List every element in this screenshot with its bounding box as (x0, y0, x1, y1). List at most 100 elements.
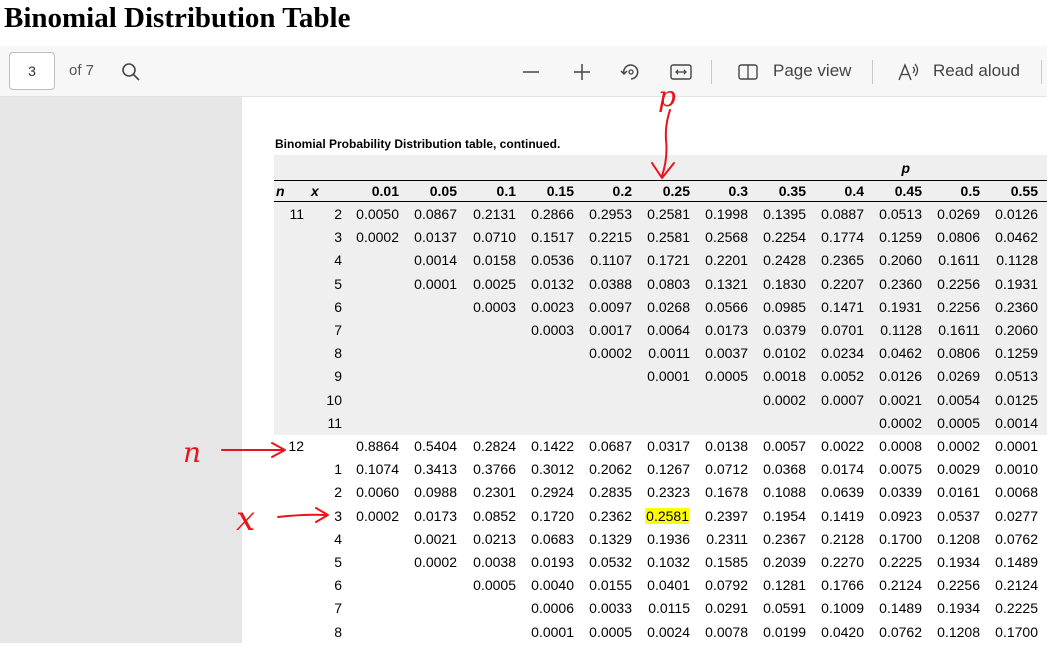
x-value: 6 (334, 577, 342, 594)
probability-cell: 0.1419 (821, 507, 864, 524)
probability-cell: 0.0462 (995, 229, 1038, 246)
read-aloud-button[interactable]: Read aloud (933, 61, 1020, 81)
probability-cell: 0.0174 (821, 461, 864, 478)
x-value: 3 (334, 229, 342, 246)
probability-cell: 0.1471 (821, 298, 864, 315)
probability-cell: 0.0068 (995, 484, 1038, 501)
probability-cell: 0.2254 (763, 229, 806, 246)
probability-cell: 0.2323 (647, 484, 690, 501)
highlighted-probability: 0.2581 (645, 507, 690, 524)
probability-cell: 0.0985 (763, 298, 806, 315)
n-header: n (276, 183, 285, 199)
probability-cell: 0.0379 (763, 322, 806, 338)
probability-cell: 0.0368 (763, 461, 806, 478)
probability-cell: 0.2215 (589, 229, 632, 246)
search-icon[interactable] (121, 62, 141, 82)
probability-cell: 0.1088 (763, 484, 806, 501)
probability-cell: 0.0138 (705, 438, 748, 454)
probability-cell: 0.3012 (531, 461, 574, 478)
rotate-icon[interactable] (620, 61, 642, 83)
probability-cell: 0.0005 (473, 577, 516, 594)
probability-cell: 0.0806 (937, 229, 980, 246)
probability-cell: 0.1489 (995, 554, 1038, 570)
probability-cell: 0.0291 (705, 600, 748, 617)
probability-cell: 0.0003 (473, 298, 516, 315)
probability-cell: 0.0687 (589, 438, 632, 454)
probability-cell: 0.1766 (821, 577, 864, 594)
probability-cell: 0.1032 (647, 554, 690, 570)
probability-cell: 0.2835 (589, 484, 632, 501)
x-value: 5 (334, 275, 342, 292)
zoom-out-icon[interactable] (521, 62, 541, 82)
probability-cell: 0.1009 (821, 600, 864, 617)
probability-cell: 0.0887 (821, 206, 864, 222)
probability-cell: 0.0234 (821, 345, 864, 362)
probability-cell: 0.2360 (879, 275, 922, 292)
probability-cell: 0.1585 (705, 554, 748, 570)
probability-cell: 0.1774 (821, 229, 864, 246)
probability-cell: 0.0001 (531, 623, 574, 640)
probability-cell: 0.0025 (473, 275, 516, 292)
read-aloud-icon[interactable] (897, 62, 921, 82)
x-value: 3 (334, 507, 342, 524)
probability-cell: 0.0388 (589, 275, 632, 292)
n-value: 11 (289, 206, 304, 222)
probability-cell: 0.1128 (880, 322, 922, 338)
probability-cell: 0.2428 (763, 252, 806, 269)
p-value-header: 0.4 (844, 183, 864, 199)
probability-cell: 0.0014 (414, 252, 457, 269)
probability-cell: 0.0155 (589, 577, 632, 594)
x-value: 11 (327, 414, 342, 431)
probability-cell: 0.1611 (938, 252, 980, 269)
probability-cell: 0.0033 (589, 600, 632, 617)
x-value: 2 (334, 206, 342, 222)
zoom-in-icon[interactable] (572, 62, 592, 82)
probability-cell: 0.0005 (589, 623, 632, 640)
probability-cell: 0.1936 (647, 530, 690, 547)
probability-cell: 0.0710 (473, 229, 516, 246)
probability-cell: 0.0420 (821, 623, 864, 640)
probability-cell: 0.2124 (879, 577, 922, 594)
p-value-header: 0.2 (612, 183, 632, 199)
probability-cell: 0.0050 (356, 206, 399, 222)
probability-cell: 0.0923 (879, 507, 922, 524)
probability-cell: 0.3413 (414, 461, 457, 478)
pdf-toolbar: of 7 Page view Read aloud (0, 46, 1047, 97)
probability-cell: 0.0317 (647, 438, 690, 454)
p-value-header: 0.25 (662, 183, 690, 199)
probability-cell: 0.0007 (821, 391, 864, 408)
table-caption: Binomial Probability Distribution table,… (275, 137, 561, 151)
x-value: 7 (334, 322, 342, 338)
probability-cell: 0.0339 (879, 484, 922, 501)
probability-cell: 0.0536 (531, 252, 574, 269)
page-view-icon[interactable] (737, 63, 759, 81)
probability-cell: 0.2581 (647, 229, 690, 246)
probability-cell: 0.0269 (937, 206, 980, 222)
x-value: 8 (334, 345, 342, 362)
probability-cell: 0.0075 (879, 461, 922, 478)
probability-cell: 0.2581 (647, 206, 690, 222)
probability-cell: 0.0132 (531, 275, 574, 292)
probability-cell: 0.1489 (879, 600, 922, 617)
fit-width-icon[interactable] (670, 63, 692, 81)
probability-cell: 0.1678 (705, 484, 748, 501)
p-value-header: 0.5 (960, 183, 980, 199)
probability-cell: 0.0277 (995, 507, 1038, 524)
probability-cell: 0.2301 (473, 484, 516, 501)
probability-cell: 0.2365 (821, 252, 864, 269)
probability-cell: 0.2924 (531, 484, 574, 501)
probability-cell: 0.0024 (647, 623, 690, 640)
probability-cell: 0.0762 (995, 530, 1038, 547)
toolbar-divider (872, 60, 873, 84)
page-count-label: of 7 (69, 62, 95, 79)
probability-cell: 0.1208 (937, 623, 980, 640)
page-number-input[interactable] (9, 52, 55, 90)
probability-cell: 0.0462 (879, 345, 922, 362)
probability-cell: 0.0701 (821, 322, 864, 338)
probability-cell: 0.0513 (879, 206, 922, 222)
page-view-button[interactable]: Page view (773, 61, 851, 81)
probability-cell: 0.0002 (763, 391, 806, 408)
probability-cell: 0.0060 (356, 484, 399, 501)
x-value: 4 (334, 530, 342, 547)
probability-cell: 0.1720 (531, 507, 574, 524)
